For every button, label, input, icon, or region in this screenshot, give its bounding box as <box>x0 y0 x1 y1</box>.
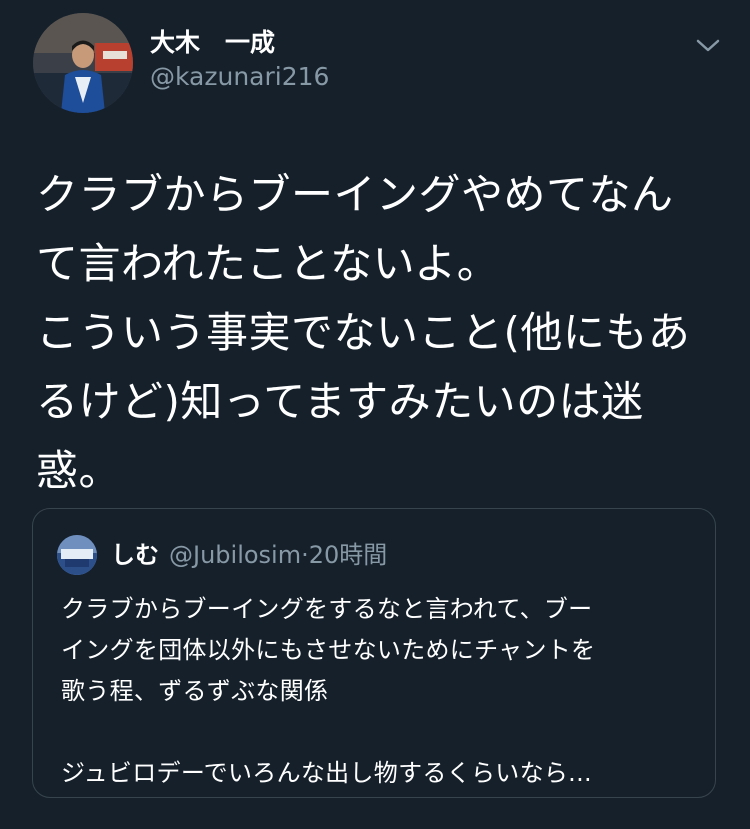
tweet-text-line: て言われたことないよ。 <box>36 239 500 288</box>
separator-dot: · <box>301 541 309 569</box>
quoted-tweet-time: 20時間 <box>308 541 388 569</box>
tweet-text-line: クラブからブーイングやめてなん <box>36 170 674 219</box>
quoted-text-line: クラブからブーイングをするなと言われて、ブー <box>61 595 593 623</box>
quoted-tweet[interactable]: しむ @Jubilosim·20時間 クラブからブーイングをするなと言われて、ブー… <box>32 508 716 798</box>
author-info: 大木 一成 @kazunari216 <box>150 28 329 92</box>
author-handle[interactable]: @kazunari216 <box>150 62 329 92</box>
tweet-text-line: るけど)知ってますみたいのは迷 <box>36 377 644 426</box>
tweet-text-line: こういう事実でないこと(他にもあ <box>36 308 691 357</box>
author-display-name[interactable]: 大木 一成 <box>150 28 329 58</box>
chevron-down-icon[interactable] <box>694 35 722 57</box>
tweet: 大木 一成 @kazunari216 クラブからブーイングやめてなん て言われた… <box>0 0 750 829</box>
quoted-author-name: しむ <box>111 541 159 569</box>
author-avatar[interactable] <box>33 13 133 113</box>
quoted-tweet-header: しむ @Jubilosim·20時間 <box>111 539 387 571</box>
quoted-author-handle: @Jubilosim <box>169 541 302 569</box>
tweet-text-line: 惑。 <box>36 446 122 495</box>
quoted-tweet-text: クラブからブーイングをするなと言われて、ブー イングを団体以外にもさせないために… <box>61 589 701 794</box>
quoted-text-line: イングを団体以外にもさせないためにチャントを <box>61 636 596 664</box>
quoted-text-line: 歌う程、ずるずぶな関係 <box>61 677 329 705</box>
quoted-author-avatar <box>57 535 97 575</box>
tweet-text: クラブからブーイングやめてなん て言われたことないよ。 こういう事実でないこと(… <box>36 160 726 505</box>
quoted-text-line: ジュビロデーでいろんな出し物するくらいなら... <box>61 759 592 787</box>
